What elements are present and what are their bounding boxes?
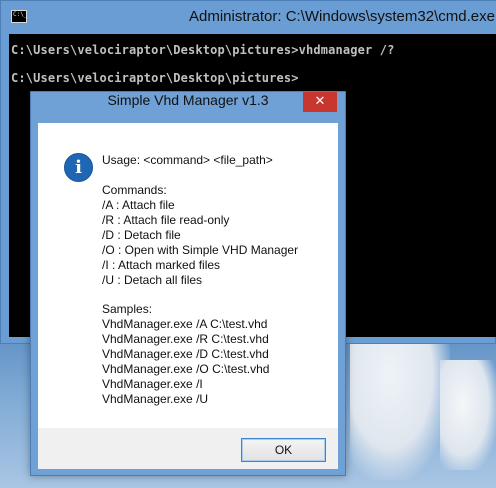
sample-item: VhdManager.exe /A C:\test.vhd xyxy=(102,317,268,331)
samples-list: Samples: VhdManager.exe /A C:\test.vhd V… xyxy=(102,302,332,407)
command-item: /R : Attach file read-only xyxy=(102,213,230,227)
sample-item: VhdManager.exe /R C:\test.vhd xyxy=(102,332,269,346)
dialog-footer: OK xyxy=(38,428,338,469)
console-title: Administrator: C:\Windows\system32\cmd.e… xyxy=(189,8,495,25)
samples-header: Samples: xyxy=(102,302,153,316)
console-app-icon[interactable]: C:\_ xyxy=(11,10,27,23)
command-item: /D : Detach file xyxy=(102,228,181,242)
ok-button[interactable]: OK xyxy=(241,438,326,462)
command-item: /O : Open with Simple VHD Manager xyxy=(102,243,299,257)
usage-line: Usage: <command> <file_path> xyxy=(102,153,273,167)
console-titlebar[interactable]: C:\_ Administrator: C:\Windows\system32\… xyxy=(1,1,496,34)
console-line: C:\Users\velociraptor\Desktop\pictures>v… xyxy=(11,43,395,57)
commands-list: Commands: /A : Attach file /R : Attach f… xyxy=(102,183,332,288)
command-item: /I : Attach marked files xyxy=(102,258,221,272)
usage-text: Usage: <command> <file_path> xyxy=(102,153,332,168)
console-icon-text: C:\_ xyxy=(13,11,28,18)
dialog-body: i Usage: <command> <file_path> Commands:… xyxy=(38,123,338,428)
info-icon: i xyxy=(64,153,93,182)
sample-item: VhdManager.exe /O C:\test.vhd xyxy=(102,362,270,376)
command-item: /U : Detach all files xyxy=(102,273,203,287)
wallpaper-shape xyxy=(440,360,496,470)
sample-item: VhdManager.exe /I xyxy=(102,377,203,391)
close-button[interactable]: ✕ xyxy=(303,92,337,112)
commands-header: Commands: xyxy=(102,183,167,197)
sample-item: VhdManager.exe /U xyxy=(102,392,209,406)
sample-item: VhdManager.exe /D C:\test.vhd xyxy=(102,347,269,361)
wallpaper-shape xyxy=(350,330,450,480)
command-item: /A : Attach file xyxy=(102,198,175,212)
message-dialog[interactable]: Simple Vhd Manager v1.3 ✕ i Usage: <comm… xyxy=(30,91,346,476)
dialog-title: Simple Vhd Manager v1.3 xyxy=(107,92,269,108)
